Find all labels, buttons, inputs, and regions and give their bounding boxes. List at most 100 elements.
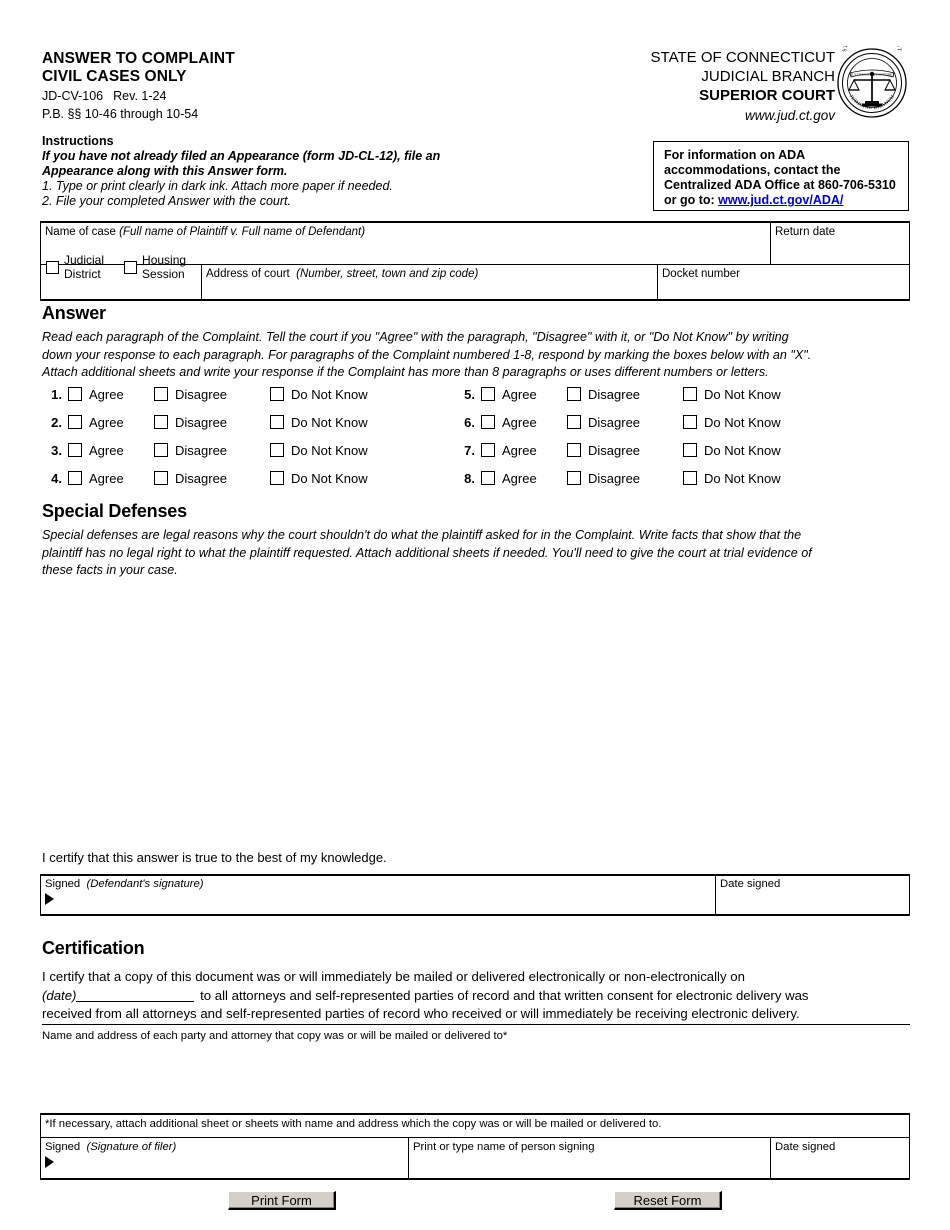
checkbox-label: Disagree (175, 442, 228, 458)
answer-signature-input[interactable] (62, 890, 707, 910)
answer-signed-label: Signed (45, 878, 81, 890)
address-of-court-input[interactable] (206, 281, 652, 297)
answer-option-agree[interactable]: Agree (481, 415, 537, 430)
checkbox-do-not-know[interactable] (270, 415, 284, 429)
ada-line-4: or go to: www.jud.ct.gov/ADA/ (664, 193, 908, 208)
checkbox-agree[interactable] (481, 443, 495, 457)
checkbox-disagree[interactable] (154, 387, 168, 401)
answer-option-do-not-know[interactable]: Do Not Know (270, 471, 368, 486)
answer-option-disagree[interactable]: Disagree (154, 415, 227, 430)
filer-table-border-bottom (40, 1178, 910, 1181)
answer-instructions-line1: Read each paragraph of the Complaint. Te… (42, 330, 789, 344)
table-border-right (908, 221, 910, 301)
answer-row-number: 6. (464, 414, 475, 430)
answer-option-do-not-know[interactable]: Do Not Know (683, 471, 781, 486)
checkbox-disagree[interactable] (154, 415, 168, 429)
checkbox-disagree[interactable] (154, 443, 168, 457)
checkbox-agree[interactable] (68, 443, 82, 457)
checkbox-disagree[interactable] (567, 471, 581, 485)
answer-option-do-not-know[interactable]: Do Not Know (683, 415, 781, 430)
checkbox-do-not-know[interactable] (270, 443, 284, 457)
answer-option-disagree[interactable]: Disagree (154, 471, 227, 486)
answer-option-agree[interactable]: Agree (481, 443, 537, 458)
answer-option-agree[interactable]: Agree (481, 471, 537, 486)
answer-option-do-not-know[interactable]: Do Not Know (683, 387, 781, 402)
housing-session-checkbox[interactable] (124, 261, 138, 274)
checkbox-agree[interactable] (68, 415, 82, 429)
return-date-label: Return date (775, 226, 836, 238)
checkbox-agree[interactable] (481, 471, 495, 485)
ada-goto-prefix: or go to: (664, 193, 719, 207)
housing-session-checkbox-row[interactable]: Housing Session (124, 253, 186, 281)
answer-row-number: 2. (51, 414, 62, 430)
certification-date-input[interactable] (76, 989, 195, 1002)
checkbox-label: Do Not Know (704, 442, 781, 458)
checkbox-do-not-know[interactable] (270, 387, 284, 401)
answer-option-disagree[interactable]: Disagree (567, 443, 640, 458)
checkbox-label: Agree (89, 442, 124, 458)
answer-option-disagree[interactable]: Disagree (567, 471, 640, 486)
filer-date-signed-input[interactable] (775, 1155, 900, 1173)
filer-signature-input[interactable] (62, 1154, 402, 1174)
answer-row-2: 2. Agree Disagree Do Not Know (42, 414, 367, 430)
checkbox-disagree[interactable] (567, 443, 581, 457)
answer-date-signed-input[interactable] (720, 892, 900, 910)
address-of-court-label: Address of court (206, 268, 290, 280)
answer-option-agree[interactable]: Agree (68, 387, 124, 402)
instructions-step-2: 2. File your completed Answer with the c… (42, 194, 291, 208)
answer-row-6: 6. Agree Disagree Do Not Know (455, 414, 780, 430)
docket-number-input[interactable] (662, 281, 902, 297)
answer-instructions-line2: down your response to each paragraph. Fo… (42, 347, 812, 362)
print-form-button[interactable]: Print Form (228, 1191, 336, 1210)
checkbox-label: Disagree (175, 414, 228, 430)
reset-form-button[interactable]: Reset Form (614, 1191, 722, 1210)
table-border-top (40, 221, 910, 223)
checkbox-do-not-know[interactable] (270, 471, 284, 485)
answer-option-agree[interactable]: Agree (68, 415, 124, 430)
answer-row-4: 4. Agree Disagree Do Not Know (42, 470, 367, 486)
judicial-district-checkbox-row[interactable]: Judicial District (46, 253, 104, 281)
table-border-bottom (40, 299, 910, 301)
instructions-step-1: 1. Type or print clearly in dark ink. At… (42, 179, 393, 193)
checkbox-do-not-know[interactable] (683, 443, 697, 457)
filer-table-border-right (908, 1113, 910, 1180)
checkbox-do-not-know[interactable] (683, 415, 697, 429)
checkbox-agree[interactable] (481, 415, 495, 429)
answer-option-do-not-know[interactable]: Do Not Know (683, 443, 781, 458)
filer-print-name-label: Print or type name of person signing (413, 1141, 595, 1153)
answer-option-agree[interactable]: Agree (68, 471, 124, 486)
ada-website-link[interactable]: www.jud.ct.gov/ADA/ (718, 193, 843, 207)
checkbox-label: Do Not Know (291, 414, 368, 430)
checkbox-label: Disagree (588, 414, 641, 430)
checkbox-disagree[interactable] (567, 387, 581, 401)
certification-line-1: I certify that a copy of this document w… (42, 969, 745, 984)
answer-option-disagree[interactable]: Disagree (567, 387, 640, 402)
checkbox-do-not-know[interactable] (683, 387, 697, 401)
checkbox-disagree[interactable] (154, 471, 168, 485)
answer-option-disagree[interactable]: Disagree (567, 415, 640, 430)
checkbox-do-not-know[interactable] (683, 471, 697, 485)
address-of-court-hint: (Number, street, town and zip code) (296, 268, 479, 280)
return-date-input[interactable] (775, 241, 903, 261)
filer-print-name-input[interactable] (413, 1155, 763, 1173)
answer-option-do-not-know[interactable]: Do Not Know (270, 415, 368, 430)
special-defenses-line2: plaintiff has no legal right to what the… (42, 545, 812, 560)
answer-row-number: 7. (464, 442, 475, 458)
answer-option-disagree[interactable]: Disagree (154, 443, 227, 458)
answer-option-agree[interactable]: Agree (68, 443, 124, 458)
checkbox-disagree[interactable] (567, 415, 581, 429)
table-border-left (40, 221, 42, 301)
answer-checkbox-grid: 1. Agree Disagree Do Not Know 2. Agree Disagre… (0, 0, 950, 486)
answer-option-disagree[interactable]: Disagree (154, 387, 227, 402)
checkbox-agree[interactable] (481, 387, 495, 401)
certification-names-textarea[interactable] (42, 1046, 908, 1114)
judicial-district-checkbox[interactable] (46, 261, 59, 274)
checkbox-agree[interactable] (68, 471, 82, 485)
name-of-case-label-group: Name of case (Full name of Plaintiff v. … (45, 226, 365, 239)
checkbox-agree[interactable] (68, 387, 82, 401)
special-defenses-textarea[interactable] (42, 590, 910, 840)
answer-option-agree[interactable]: Agree (481, 387, 537, 402)
answer-option-do-not-know[interactable]: Do Not Know (270, 443, 368, 458)
answer-option-do-not-know[interactable]: Do Not Know (270, 387, 368, 402)
table-divider-court-address (201, 264, 203, 299)
